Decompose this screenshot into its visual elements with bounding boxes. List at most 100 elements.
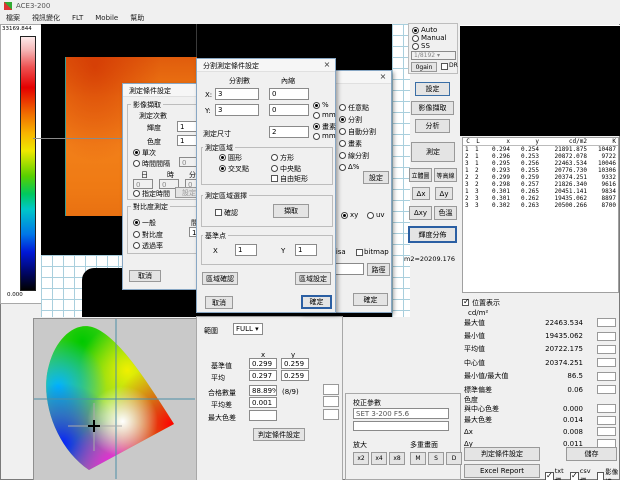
split-ok-button[interactable]: 確定 [301,295,332,309]
area-confirm-button[interactable]: 區域確認 [202,272,238,285]
split-cancel-button[interactable]: 取消 [205,296,233,309]
settings-button[interactable]: 設定 [415,82,450,96]
uv-radio[interactable] [367,212,374,219]
save-button[interactable]: 儲存 [566,447,617,461]
split-dialog-titlebar[interactable]: 分割測定條件設定 [197,59,335,72]
delta-xy-button[interactable]: Δxy [409,206,432,220]
lum-stat-judge-box [597,385,616,394]
graph3d-button[interactable]: 立體圖 [409,168,432,182]
method-option-radio[interactable] [339,164,346,171]
multi-S-button[interactable]: S [428,452,444,465]
method-ok-button[interactable]: 確定 [353,293,388,306]
method-option-label: Δ% [348,163,359,171]
gain-button[interactable]: 0gain [411,62,437,72]
zoom-x4-button[interactable]: x4 [371,452,387,465]
luminance-dist-button[interactable]: 輝度分佈 [408,226,457,243]
method-option-radio[interactable] [339,116,346,123]
area-group-label: 測定區域 [203,143,235,153]
table-cell: 20500.266 [541,202,589,209]
table-cell: 0.302 [483,202,512,209]
menu-mobile[interactable]: Mobile [89,13,124,23]
square-radio[interactable] [271,154,278,161]
multi-D-button[interactable]: D [446,452,462,465]
size-field[interactable]: 2 [269,126,309,138]
mm-radio[interactable] [313,112,320,119]
method-option-radio[interactable] [339,140,346,147]
y-div-field[interactable]: 3 [215,104,259,116]
judge-condition-button[interactable]: 判定條件設定 [464,447,540,461]
base-y-field[interactable]: 1 [295,244,317,256]
measurement-table-panel[interactable]: CLxycd/m2K110.2940.25421891.87510487210.… [462,137,619,293]
split-dialog-close-icon[interactable]: × [321,60,333,70]
range-dropdown[interactable]: FULL ▾ [233,323,263,335]
window-titlebar[interactable]: ACE3-200 [0,0,620,12]
contour-button[interactable]: 等高線 [434,168,457,182]
lum-stat-value: 22463.534 [525,319,583,327]
circle-radio[interactable] [219,154,226,161]
chroma-stat-value: 0.000 [525,405,583,413]
trans-radio[interactable] [133,242,140,249]
cie-diagram-panel[interactable] [33,318,198,480]
center-radio[interactable] [271,165,278,172]
pct-radio[interactable] [313,102,320,109]
multi-M-button[interactable]: M [410,452,426,465]
menu-file[interactable]: 檔案 [0,12,26,24]
capture-area-button[interactable]: 擷取 [273,204,309,218]
y-inset-field[interactable]: 0 [269,104,309,116]
base-x-field[interactable]: 1 [235,244,257,256]
measure-dialog-cancel-button[interactable]: 取消 [129,270,161,282]
chroma-stat-label: 與中心色差 [464,404,525,414]
menu-video-change[interactable]: 視訊變化 [26,12,66,24]
bitmap-checkbox[interactable] [356,249,363,256]
zoom-x8-button[interactable]: x8 [389,452,405,465]
dr-checkbox[interactable] [441,63,448,70]
freerect-checkbox[interactable] [271,175,278,182]
zoom-x2-button[interactable]: x2 [353,452,369,465]
table-cell: 21826.340 [541,181,589,188]
menu-help[interactable]: 幫助 [124,12,150,24]
spec-time-radio[interactable] [133,190,140,197]
file-checkbox[interactable] [597,472,605,480]
cross-radio[interactable] [219,165,226,172]
ref-x-field[interactable]: 0.299 [249,358,277,369]
measure-button[interactable]: 測定 [411,142,455,162]
pixel-radio[interactable] [313,123,320,130]
manual-radio[interactable] [412,35,419,42]
colortemp-button[interactable]: 色溫 [434,206,457,220]
menu-flt[interactable]: FLT [66,13,89,23]
file-checkbox[interactable]: ✓ [545,472,554,480]
confirm-checkbox[interactable] [215,209,222,216]
path-button[interactable]: 路徑 [367,263,390,276]
middle-judge-condition-button[interactable]: 判定條件設定 [253,428,305,441]
file-checkbox[interactable]: ✓ [570,472,579,480]
capture-group-label: 影像擷取 [131,100,163,110]
split-condition-dialog: 分割測定條件設定 × 分割數 內縮 X: 3 0 Y: 3 0 % mm 測定尺… [196,58,336,313]
x-div-field[interactable]: 3 [215,88,259,100]
lum-stat-row: 平均值20722.175 [464,343,616,356]
delta-y-button[interactable]: Δy [435,187,453,200]
secondary-image-view[interactable] [460,25,620,136]
analyze-button[interactable]: 分析 [415,119,450,133]
general-radio[interactable] [133,219,140,226]
x-inset-field[interactable]: 0 [269,88,309,100]
auto-radio[interactable] [412,27,419,34]
method-option-radio[interactable] [339,104,346,111]
shutter-dropdown[interactable]: 1/8192 ▾ [411,51,456,60]
method-dialog-close-icon[interactable]: × [377,72,389,82]
interval-radio[interactable] [133,160,140,167]
method-option-radio[interactable] [339,152,346,159]
method-set-button[interactable]: 設定 [363,171,389,184]
contrast-radio[interactable] [133,231,140,238]
method-option-radio[interactable] [339,128,346,135]
ref-y-field[interactable]: 0.259 [281,358,309,369]
area-set-button[interactable]: 區域設定 [295,272,331,285]
mm2-radio[interactable] [313,133,320,140]
position-display-checkbox[interactable] [462,299,469,306]
ss-radio[interactable] [412,43,419,50]
table-cell: 3 [463,160,473,167]
excel-report-button[interactable]: Excel Report [464,464,540,478]
capture-button[interactable]: 影像擷取 [411,101,454,115]
single-radio[interactable] [133,149,140,156]
xy-radio[interactable] [341,212,348,219]
delta-x-button[interactable]: Δx [412,187,430,200]
